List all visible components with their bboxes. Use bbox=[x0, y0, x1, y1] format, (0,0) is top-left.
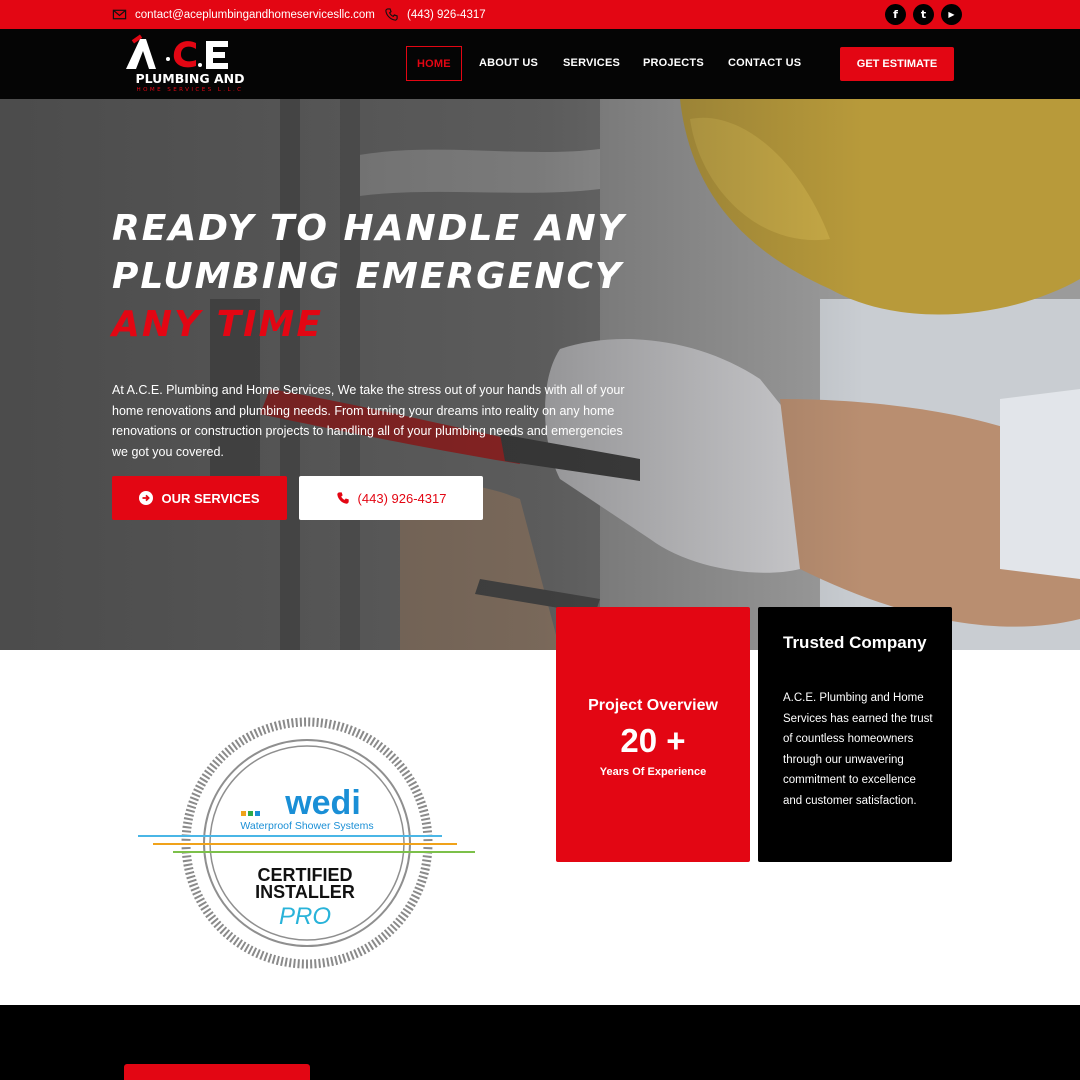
youtube-icon[interactable]: ▶ bbox=[941, 4, 962, 25]
call-phone-button[interactable]: (443) 926-4317 bbox=[299, 476, 483, 520]
years-number: 20 + bbox=[620, 722, 686, 759]
hero-heading-line2: plumbing emergency bbox=[112, 256, 623, 297]
ace-logo-graphic: PLUMBING AND HOME SERVICES L.L.C bbox=[126, 34, 245, 93]
nav-about-us[interactable]: ABOUT US bbox=[479, 46, 538, 81]
phone-icon bbox=[336, 492, 349, 504]
logo-line2: PLUMBING AND bbox=[135, 71, 244, 86]
nav-projects[interactable]: PROJECTS bbox=[643, 46, 704, 81]
arrow-circle-right-icon bbox=[139, 491, 154, 505]
hero-heading: Ready to handle any plumbing emergency A… bbox=[112, 205, 626, 349]
nav-contact-us[interactable]: CONTACT US bbox=[728, 46, 801, 81]
section-red-button[interactable] bbox=[124, 1064, 310, 1080]
years-label: Years Of Experience bbox=[599, 766, 707, 778]
envelope-icon bbox=[112, 9, 127, 20]
top-contact-bar: contact@aceplumbingandhomeservicesllc.co… bbox=[0, 0, 1080, 29]
our-services-label: OUR SERVICES bbox=[161, 490, 260, 506]
hero-description: At A.C.E. Plumbing and Home Services, We… bbox=[112, 383, 625, 459]
trusted-company-title: Trusted Company bbox=[783, 633, 927, 652]
site-logo[interactable]: PLUMBING AND HOME SERVICES L.L.C bbox=[120, 33, 260, 93]
topbar-email-text[interactable]: contact@aceplumbingandhomeservicesllc.co… bbox=[135, 9, 375, 21]
project-overview-card: Project Overview 20 + Years Of Experienc… bbox=[556, 607, 750, 862]
get-estimate-button[interactable]: GET ESTIMATE bbox=[840, 47, 954, 81]
social-links: f t ▶ bbox=[885, 4, 962, 25]
wedi-certified-badge: wedi Waterproof Shower Systems CERTIFIED… bbox=[138, 717, 475, 969]
pro-text: PRO bbox=[279, 903, 331, 930]
project-overview-title: Project Overview bbox=[588, 697, 718, 714]
hero-heading-line3: Any Time bbox=[112, 304, 323, 345]
wedi-tagline: Waterproof Shower Systems bbox=[240, 820, 373, 832]
twitter-icon[interactable]: t bbox=[913, 4, 934, 25]
topbar-phone-text[interactable]: (443) 926-4317 bbox=[407, 9, 486, 21]
facebook-icon[interactable]: f bbox=[885, 4, 906, 25]
nav-home[interactable]: HOME bbox=[406, 46, 462, 81]
topbar-phone[interactable]: (443) 926-4317 bbox=[384, 7, 486, 22]
wedi-brand: wedi bbox=[284, 784, 361, 822]
hero-heading-line1: Ready to handle any bbox=[112, 208, 626, 249]
logo-line3: HOME SERVICES L.L.C bbox=[137, 87, 244, 93]
trusted-company-text: A.C.E. Plumbing and Home Services has ea… bbox=[783, 692, 933, 807]
phone-icon bbox=[385, 8, 398, 21]
nav-services[interactable]: SERVICES bbox=[563, 46, 620, 81]
topbar-email[interactable]: contact@aceplumbingandhomeservicesllc.co… bbox=[112, 7, 375, 22]
trusted-company-card: Trusted Company A.C.E. Plumbing and Home… bbox=[758, 607, 952, 862]
hero-overlay bbox=[0, 99, 1080, 650]
call-phone-label: (443) 926-4317 bbox=[357, 490, 447, 506]
hero-section bbox=[0, 99, 1080, 650]
our-services-button[interactable]: OUR SERVICES bbox=[112, 476, 287, 520]
installer-text: INSTALLER bbox=[255, 882, 355, 902]
